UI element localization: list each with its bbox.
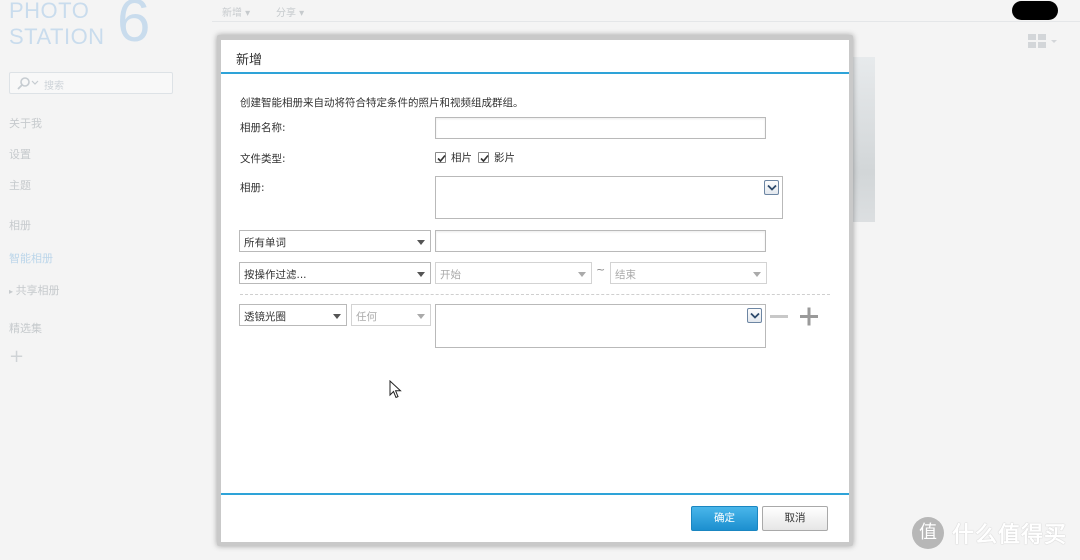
menu-new[interactable]: 新增 ▾ (222, 4, 250, 19)
album-dropdown-button[interactable] (764, 180, 779, 195)
chevron-down-icon (578, 272, 586, 277)
sidebar-item-about[interactable]: 关于我 (9, 115, 42, 131)
keyword-field[interactable] (435, 230, 766, 252)
divider (240, 294, 830, 295)
ok-button[interactable]: 确定 (691, 506, 758, 531)
filter-operation-value: 按操作过滤... (244, 269, 307, 281)
album-label: 相册: (240, 182, 265, 194)
range-start-value: 开始 (440, 269, 461, 281)
watermark: 值 什么值得买 (912, 516, 1067, 550)
mouse-cursor-icon (389, 379, 403, 400)
chevron-down-icon (417, 240, 425, 245)
menu-new-label: 新增 (222, 8, 242, 19)
sidebar: PHOTO STATION 6 搜索 关于我 设置 主题 相册 智能相册 ▸ 共… (0, 0, 196, 560)
logo-line1: PHOTO (9, 0, 90, 23)
range-separator: ~ (596, 263, 606, 276)
chevron-down-icon (417, 272, 425, 277)
sidebar-item-theme[interactable]: 主题 (9, 177, 31, 193)
new-smart-album-dialog: 新增 创建智能相册来自动将符合特定条件的照片和视频组成群组。 相册名称: 文件类… (221, 40, 849, 542)
album-name-field[interactable] (435, 117, 766, 139)
cancel-button[interactable]: 取消 (762, 506, 828, 531)
album-name-label: 相册名称: (240, 122, 286, 134)
grid-view-icon[interactable] (1028, 34, 1058, 48)
watermark-logo: 值 (912, 517, 944, 549)
app-logo: PHOTO STATION 6 (9, 0, 169, 54)
keyword-match-value: 所有单词 (244, 237, 286, 249)
dialog-intro: 创建智能相册来自动将符合特定条件的照片和视频组成群组。 (240, 97, 524, 109)
video-checkbox[interactable] (478, 152, 489, 163)
menu-share-label: 分享 (276, 8, 296, 19)
chevron-down-icon (753, 272, 761, 277)
dialog-title: 新增 (236, 53, 263, 68)
file-type-options: 相片 影片 (435, 150, 521, 165)
search-input[interactable]: 搜索 (9, 72, 173, 94)
logo-line2: STATION (9, 24, 105, 49)
photo-checkbox-label: 相片 (451, 152, 472, 164)
sidebar-item-shared-albums[interactable]: ▸ 共享相册 (9, 282, 60, 298)
condition-operator-value: 任何 (356, 311, 377, 323)
sidebar-item-featured[interactable]: 精选集 (9, 320, 42, 336)
range-start-select[interactable]: 开始 (435, 262, 592, 284)
condition-field-value: 透镜光圈 (244, 311, 286, 323)
sidebar-item-albums[interactable]: 相册 (9, 217, 31, 233)
add-condition-icon[interactable] (799, 306, 819, 326)
chevron-down-icon (417, 314, 425, 319)
search-icon[interactable] (17, 76, 39, 90)
dialog-header: 新增 (221, 40, 849, 74)
remove-condition-icon[interactable] (769, 306, 789, 326)
filter-operation-select[interactable]: 按操作过滤... (239, 262, 431, 284)
condition-operator-select[interactable]: 任何 (351, 304, 431, 326)
sidebar-item-smart-albums[interactable]: 智能相册 (9, 250, 53, 266)
condition-value-dropdown-button[interactable] (747, 308, 762, 323)
video-checkbox-label: 影片 (494, 152, 515, 164)
keyword-match-select[interactable]: 所有单词 (239, 230, 431, 252)
watermark-text: 什么值得买 (952, 523, 1068, 548)
user-avatar[interactable] (1012, 1, 1058, 20)
add-icon[interactable]: + (9, 346, 24, 367)
condition-field-select[interactable]: 透镜光圈 (239, 304, 347, 326)
file-type-label: 文件类型: (240, 153, 286, 165)
search-placeholder: 搜索 (44, 81, 64, 92)
photo-checkbox[interactable] (435, 152, 446, 163)
top-toolbar: 新增 ▾ 分享 ▾ (212, 0, 1080, 22)
range-end-select[interactable]: 结束 (610, 262, 767, 284)
album-multiselect[interactable] (435, 176, 783, 219)
logo-number: 6 (117, 0, 151, 54)
menu-share[interactable]: 分享 ▾ (276, 4, 304, 19)
sidebar-item-settings[interactable]: 设置 (9, 146, 31, 162)
sidebar-item-shared-label: 共享相册 (15, 284, 60, 297)
condition-value-field[interactable] (435, 304, 766, 348)
chevron-down-icon (333, 314, 341, 319)
range-end-value: 结束 (615, 269, 636, 281)
